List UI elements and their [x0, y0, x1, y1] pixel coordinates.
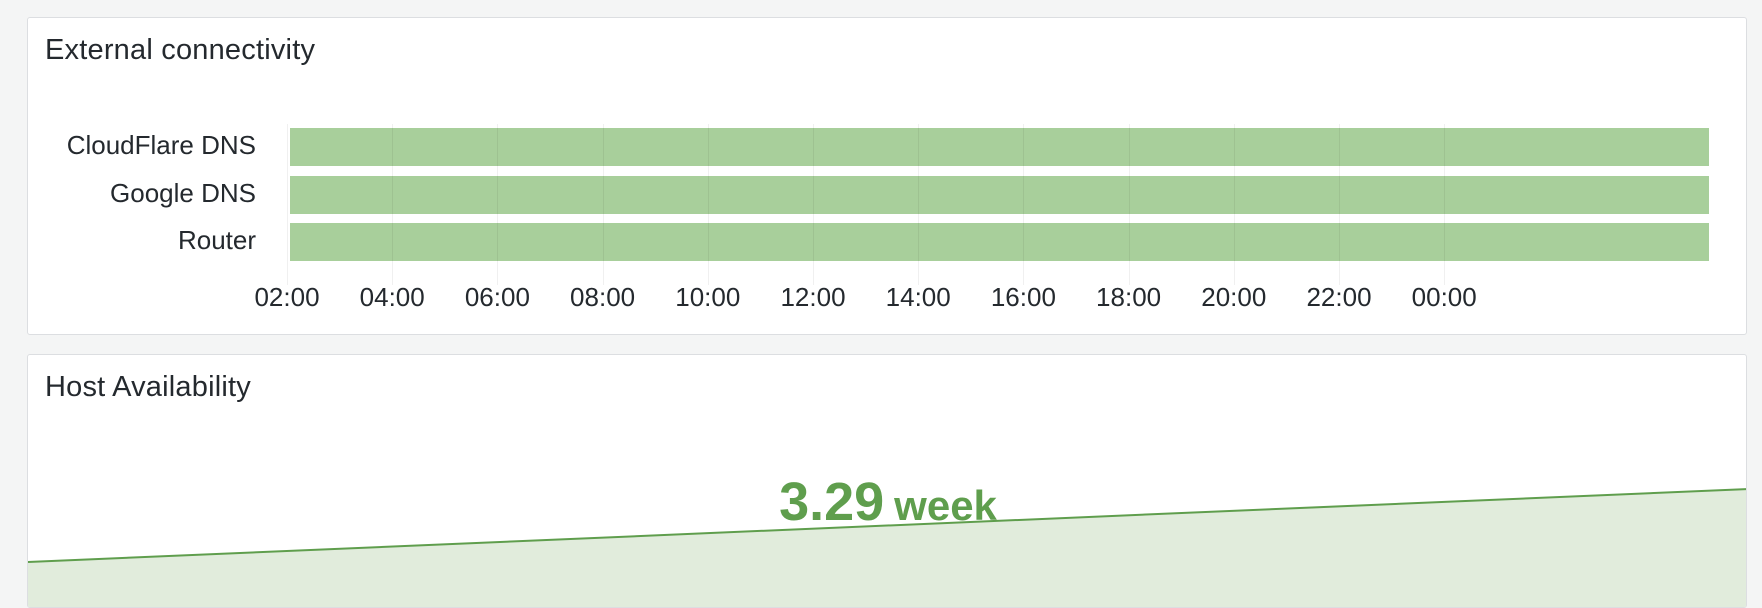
row-label: Router	[177, 225, 256, 255]
grid-line	[392, 124, 394, 285]
x-tick-label: 22:00	[1306, 282, 1372, 312]
stat-unit: week	[894, 482, 997, 529]
row-label: CloudFlare DNS	[66, 130, 256, 160]
stat-number: 3.29	[779, 472, 885, 532]
grid-line	[602, 124, 604, 285]
panel-title[interactable]: External connectivity	[45, 34, 315, 67]
grid-line	[1023, 124, 1025, 285]
grid-line	[707, 124, 709, 285]
grid-line	[1444, 124, 1446, 285]
grid-line	[497, 124, 499, 285]
x-tick-label: 10:00	[675, 282, 741, 312]
x-tick-label: 16:00	[990, 282, 1056, 312]
row-label: Google DNS	[110, 178, 256, 208]
x-tick-label: 20:00	[1201, 282, 1267, 312]
x-tick-label: 02:00	[254, 282, 320, 312]
grid-line	[1339, 124, 1340, 285]
x-tick-label: 06:00	[464, 282, 530, 312]
x-tick-label: 12:00	[780, 282, 846, 312]
state-bar[interactable]	[290, 223, 1709, 261]
x-tick-label: 14:00	[885, 282, 951, 312]
host-availability-panel: Host Availability 3.29 week	[27, 354, 1747, 608]
grid-line	[918, 124, 920, 285]
x-tick-label: 08:00	[570, 282, 636, 312]
x-tick-label: 00:00	[1411, 282, 1477, 312]
grid-line	[287, 124, 288, 285]
grid-line	[1128, 124, 1130, 285]
grid-line	[1233, 124, 1235, 285]
x-tick-label: 04:00	[359, 282, 425, 312]
state-bar[interactable]	[290, 176, 1709, 214]
state-bar[interactable]	[290, 128, 1709, 166]
grid-line	[813, 124, 814, 285]
x-tick-label: 18:00	[1096, 282, 1162, 312]
stat-value: 3.29 week	[28, 471, 1746, 533]
external-connectivity-panel: External connectivity CloudFlare DNS Goog…	[27, 17, 1747, 335]
